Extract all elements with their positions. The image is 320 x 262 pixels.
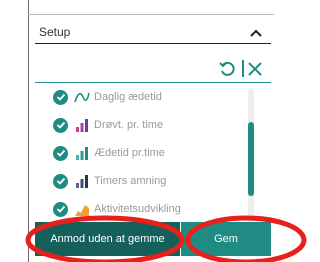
setup-header[interactable]: Setup [35, 22, 271, 44]
header-underline [35, 43, 271, 44]
checkmark-icon[interactable] [53, 201, 68, 217]
request-without-saving-button[interactable]: Anmod uden at gemme [35, 222, 180, 256]
bar-chart-icon [76, 147, 88, 160]
checkmark-icon[interactable] [53, 173, 68, 189]
line-chart-icon [74, 92, 90, 103]
list-item-label: Daglig ædetid [94, 91, 162, 103]
chevron-up-icon[interactable] [249, 26, 263, 40]
setup-title: Setup [39, 25, 71, 39]
list-item-label: Drøvt. pr. time [94, 119, 164, 131]
list-toolbar [35, 56, 271, 83]
list-item[interactable]: Aktivitetsudvikling [35, 196, 250, 222]
scrollbar-thumb[interactable] [248, 122, 254, 196]
list-item-label: Ædetid pr.time [94, 147, 165, 159]
save-button[interactable]: Gem [181, 222, 271, 256]
bar-chart-icon [76, 175, 88, 188]
bar-chart-icon [76, 119, 88, 132]
list-item[interactable]: Daglig ædetid [35, 84, 250, 110]
list-item[interactable]: Drøvt. pr. time [35, 112, 250, 138]
list-item[interactable]: Timers amning [35, 168, 250, 194]
panel-top-divider [28, 14, 274, 15]
list-item-label: Timers amning [94, 175, 167, 187]
checkmark-icon[interactable] [53, 117, 68, 133]
checkmark-icon[interactable] [53, 145, 68, 161]
area-chart-icon [75, 205, 89, 216]
chart-options-list: Daglig ædetid Drøvt. pr. time Ædetid pr.… [35, 84, 271, 224]
panel-border [28, 0, 29, 262]
list-item-label: Aktivitetsudvikling [94, 203, 181, 215]
list-item[interactable]: Ædetid pr.time [35, 140, 250, 166]
toolbar-separator [242, 60, 244, 77]
checkmark-icon[interactable] [53, 89, 68, 105]
undo-icon[interactable] [219, 61, 235, 77]
close-icon[interactable] [247, 61, 263, 77]
